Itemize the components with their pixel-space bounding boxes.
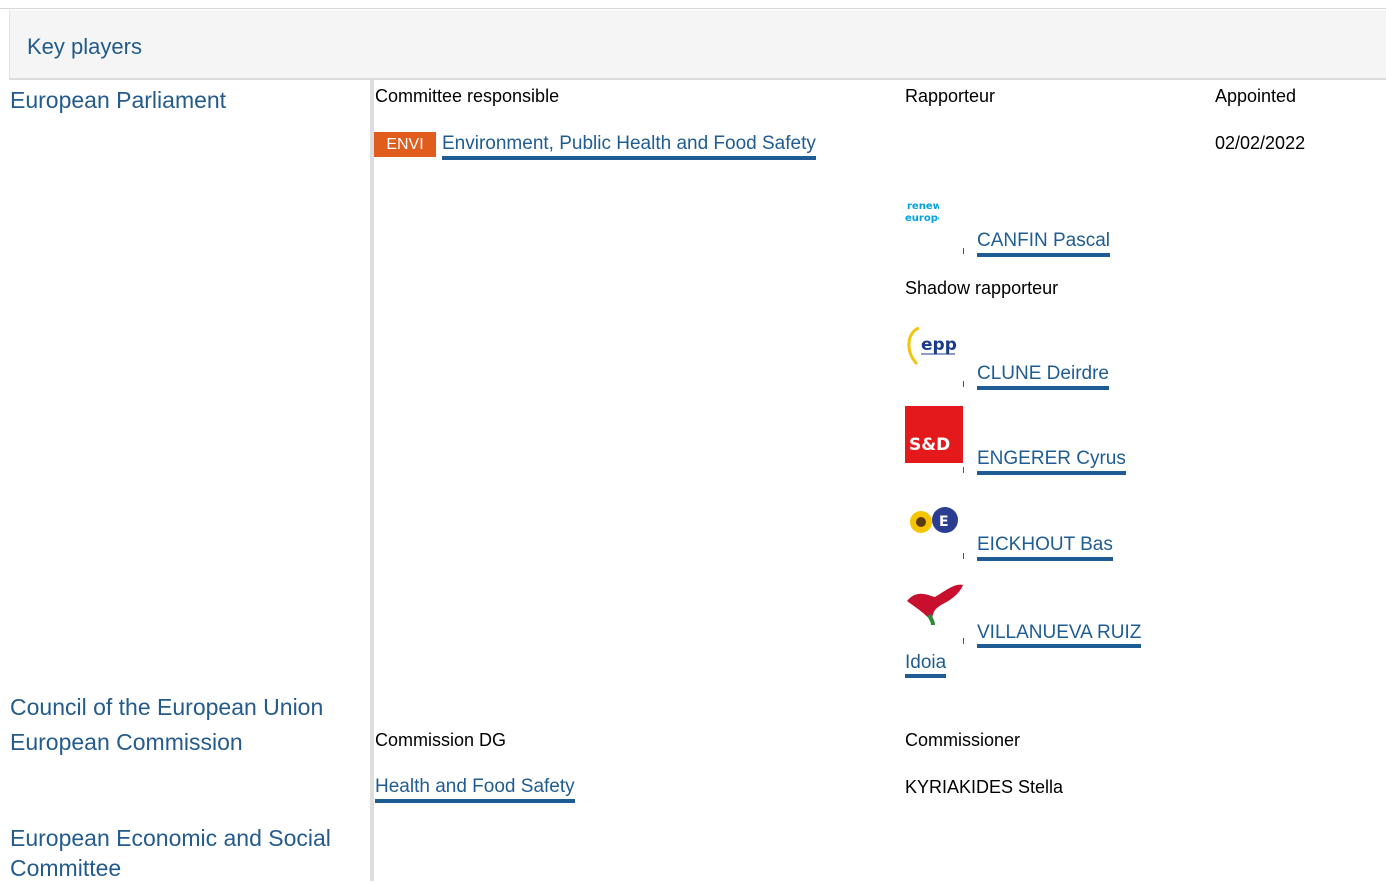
- rapporteur-canfin-link[interactable]: CANFIN Pascal: [977, 229, 1111, 257]
- epp-logo-graphic: epp: [907, 326, 957, 366]
- section-title: Key players: [27, 34, 142, 59]
- image-marker: [963, 248, 964, 254]
- shadow-clune-link[interactable]: CLUNE Deirdre: [977, 362, 1109, 390]
- top-divider: [0, 8, 1386, 9]
- committee-link[interactable]: Environment, Public Health and Food Safe…: [442, 132, 816, 160]
- image-marker: [963, 467, 964, 473]
- commission-dg-link[interactable]: Health and Food Safety: [375, 775, 575, 803]
- shadow-villanueva-link[interactable]: VILLANUEVA RUIZ Idoia: [905, 618, 1185, 678]
- institution-european-parliament[interactable]: European Parliament: [10, 85, 226, 115]
- committee-badge-envi: ENVI: [374, 132, 436, 157]
- image-marker: [963, 553, 964, 559]
- svg-text:S&D: S&D: [909, 435, 950, 455]
- renew-europe-logo: renew europe.: [905, 187, 948, 237]
- commissioner-name: KYRIAKIDES Stella: [905, 777, 1064, 797]
- svg-text:E: E: [939, 514, 949, 530]
- committee-responsible-label: Committee responsible: [375, 86, 560, 106]
- rapporteur-label: Rapporteur: [905, 86, 996, 106]
- commission-dg-label: Commission DG: [375, 730, 507, 750]
- institution-eesc[interactable]: European Economic and Social Committee: [10, 823, 340, 883]
- svg-text:renew: renew: [907, 201, 939, 212]
- image-marker: [963, 381, 964, 387]
- column-divider: [370, 80, 374, 881]
- renew-europe-logo-graphic: renew europe.: [905, 201, 948, 224]
- appointed-date: 02/02/2022: [1215, 133, 1306, 153]
- shadow-engerer-link[interactable]: ENGERER Cyrus: [977, 447, 1126, 475]
- sd-logo: S&D: [905, 406, 963, 463]
- epp-logo: epp: [905, 322, 963, 372]
- shadow-rapporteur-label: Shadow rapporteur: [905, 278, 1059, 298]
- svg-text:europe.: europe.: [905, 213, 939, 224]
- greens-efa-logo-graphic: E: [910, 507, 958, 533]
- institution-european-commission[interactable]: European Commission: [10, 727, 243, 757]
- appointed-label: Appointed: [1215, 86, 1297, 106]
- key-players-header[interactable]: Key players: [9, 10, 1386, 80]
- institution-council[interactable]: Council of the European Union: [10, 692, 323, 722]
- shadow-eickhout-link[interactable]: EICKHOUT Bas: [977, 533, 1113, 561]
- commissioner-label: Commissioner: [905, 730, 1021, 750]
- shadow-villanueva-text[interactable]: VILLANUEVA RUIZ Idoia: [905, 622, 1142, 678]
- greens-efa-logo: E: [905, 503, 965, 537]
- sd-logo-graphic: S&D: [909, 435, 950, 455]
- svg-text:epp: epp: [921, 335, 957, 355]
